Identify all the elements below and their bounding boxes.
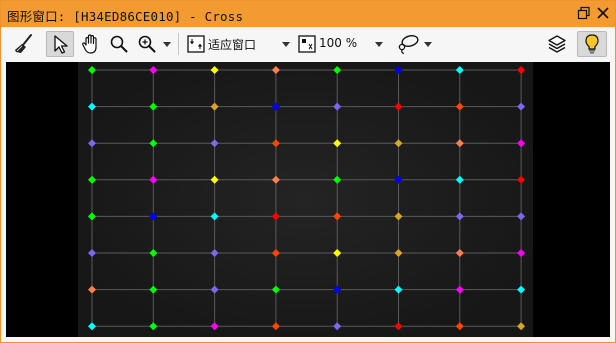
pan-tool-button[interactable] (78, 31, 104, 57)
select-tool-button[interactable] (46, 31, 74, 57)
chevron-down-icon (424, 42, 432, 47)
chevron-down-icon (163, 42, 171, 47)
lasso-tool-button[interactable] (394, 31, 422, 57)
pointer-icon (50, 34, 70, 54)
fit-window-combo[interactable]: 适应窗口 (184, 31, 292, 57)
lasso-tool-dropdown[interactable] (422, 31, 434, 57)
magnifier-icon (109, 34, 129, 54)
clear-button[interactable] (11, 31, 37, 57)
fit-window-icon (186, 34, 206, 54)
close-icon (596, 6, 610, 20)
close-button[interactable] (595, 5, 611, 21)
zoom-percent-combo[interactable]: 100 % (297, 31, 387, 57)
toolbar-separator (178, 33, 179, 55)
lightbulb-button[interactable] (577, 31, 607, 57)
zoom-percent-label: 100 % (319, 36, 358, 50)
fit-window-label: 适应窗口 (208, 38, 257, 52)
layers-button[interactable] (545, 31, 569, 57)
chevron-down-icon (375, 42, 383, 47)
graphics-canvas[interactable] (6, 62, 610, 337)
graphics-window: 图形窗口: [H34ED86CE010] - Cross 适应窗口 100 % (0, 0, 616, 343)
zoom-tool-dropdown[interactable] (161, 31, 173, 57)
lightbulb-icon (581, 33, 603, 55)
toolbar: 适应窗口 100 % (1, 27, 615, 61)
cross-grid (78, 62, 533, 337)
window-title: 图形窗口: [H34ED86CE010] - Cross (7, 9, 244, 24)
layers-icon (546, 33, 568, 55)
restore-icon (577, 6, 591, 20)
image-area (78, 62, 533, 337)
lasso-icon (396, 33, 420, 55)
title-bar[interactable]: 图形窗口: [H34ED86CE010] - Cross (1, 1, 615, 27)
magnify-tool-button[interactable] (107, 31, 131, 57)
zoom-in-icon (137, 34, 157, 54)
zoom-tool-button[interactable] (135, 31, 159, 57)
hand-icon (80, 33, 102, 55)
restore-button[interactable] (576, 5, 592, 21)
chevron-down-icon (282, 42, 290, 47)
zoom-percent-icon (297, 34, 317, 54)
broom-icon (13, 33, 35, 55)
